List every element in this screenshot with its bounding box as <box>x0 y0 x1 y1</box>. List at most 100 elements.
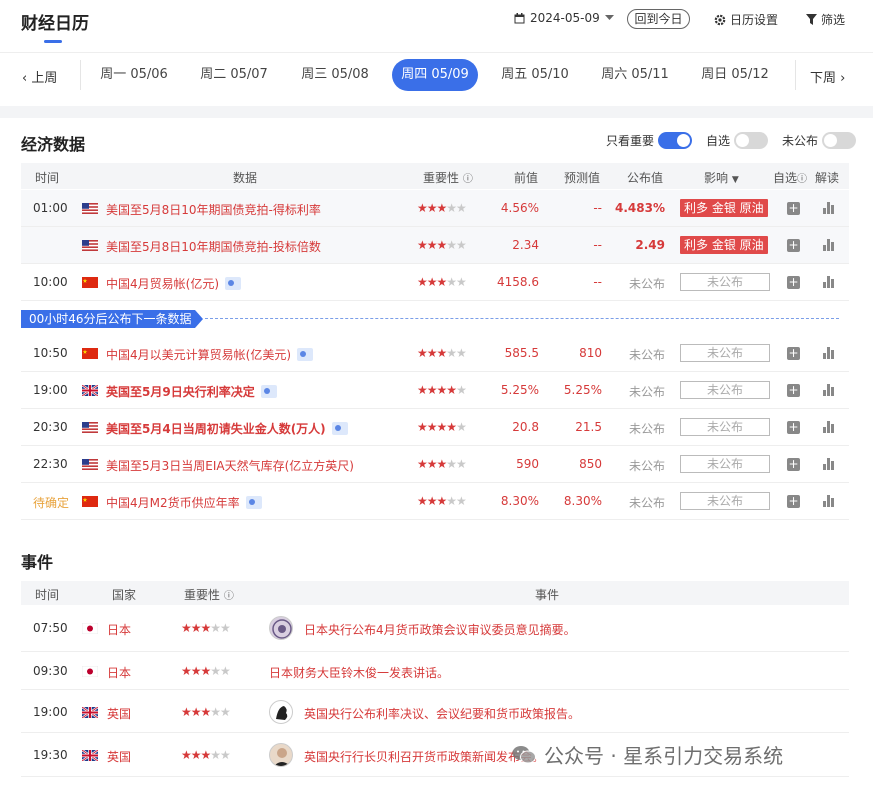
table-row[interactable]: 19:00 英国至5月9日央行利率决定 ★★★★★ 5.25% 5.25% 未公布 未公布 + <box>21 372 849 409</box>
col-importance: 重要性 ⓘ <box>423 169 473 186</box>
bar-chart-icon[interactable] <box>823 384 835 396</box>
impact-badge: 利多 金银 原油 <box>680 236 768 254</box>
report-icon[interactable] <box>297 348 313 361</box>
date-value: 2024-05-09 <box>530 11 600 25</box>
data-toggles: 只看重要 自选 未公布 <box>606 132 857 149</box>
table-row[interactable]: 01:00 美国至5月8日10年期国债竞拍-得标利率 ★★★★★ 4.56% -- 4.4… <box>21 190 849 227</box>
today-button[interactable]: 回到今日 <box>627 9 690 29</box>
event-time: 07:50 <box>33 621 68 635</box>
col-forecast: 预测值 <box>564 171 601 185</box>
report-icon[interactable] <box>225 277 241 290</box>
col-event-importance-label: 重要性 <box>184 588 221 602</box>
bar-chart-icon[interactable] <box>823 421 835 433</box>
event-time: 19:30 <box>33 748 68 762</box>
event-country: 英国 <box>107 707 132 721</box>
indicator-name-link[interactable]: 美国至5月3日当周EIA天然气库存(亿立方英尺) <box>106 457 354 474</box>
bar-chart-icon[interactable] <box>823 495 835 507</box>
indicator-name-link[interactable]: 美国至5月4日当周初请失业金人数(万人) <box>106 420 348 437</box>
caret-down-icon: ▼ <box>731 175 739 185</box>
importance-stars: ★★★★★ <box>181 748 231 762</box>
previous-value: 4158.6 <box>497 275 539 289</box>
report-icon[interactable] <box>260 385 277 398</box>
next-week-button[interactable]: 下周 › <box>810 67 845 86</box>
col-previous: 前值 <box>514 171 539 185</box>
col-data: 数据 <box>233 171 258 185</box>
indicator-name-link[interactable]: 中国4月贸易帐(亿元) <box>106 275 241 292</box>
table-row[interactable]: 美国至5月8日10年期国债竞拍-投标倍数 ★★★★★ 2.34 -- 2.49 利多 金银… <box>21 227 849 264</box>
table-row[interactable]: 10:00 中国4月贸易帐(亿元) ★★★★★ 4158.6 -- 未公布 未公布 + <box>21 264 849 301</box>
events-table-header: 时间 国家 重要性 ⓘ 事件 <box>21 581 849 605</box>
row-time: 10:00 <box>33 275 68 289</box>
bar-chart-icon[interactable] <box>823 239 835 251</box>
report-icon[interactable] <box>245 496 262 509</box>
prev-week-button[interactable]: ‹ 上周 <box>22 67 57 86</box>
indicator-name-link[interactable]: 英国至5月9日央行利率决定 <box>106 383 277 400</box>
table-row[interactable]: 22:30 美国至5月3日当周EIA天然气库存(亿立方英尺) ★★★★★ 590 850… <box>21 446 849 483</box>
day-tab[interactable]: 周二 05/07 <box>191 59 277 91</box>
flag-cn-icon <box>82 348 98 359</box>
bar-chart-icon[interactable] <box>823 458 835 470</box>
unpublished-toggle[interactable] <box>822 132 857 149</box>
bar-chart-icon[interactable] <box>823 347 835 359</box>
next-week-label: 下周 <box>810 71 837 86</box>
day-tab[interactable]: 周一 05/06 <box>91 59 177 91</box>
filter-button[interactable]: 筛选 <box>806 11 845 28</box>
forecast-value: 850 <box>579 457 602 471</box>
date-picker[interactable]: 2024-05-09 <box>514 11 614 25</box>
add-watch-button[interactable]: + <box>787 276 800 289</box>
bar-chart-icon[interactable] <box>823 276 835 288</box>
divider <box>80 60 81 90</box>
day-tab-active[interactable]: 周四 05/09 <box>392 59 478 91</box>
actual-value: 未公布 <box>628 496 665 510</box>
add-watch-button[interactable]: + <box>787 384 800 397</box>
importance-stars: ★★★★★ <box>417 201 467 215</box>
flag-jp-icon <box>81 665 99 678</box>
add-watch-button[interactable]: + <box>787 347 800 360</box>
indicator-name-link[interactable]: 中国4月M2货币供应年率 <box>106 494 262 511</box>
day-tab[interactable]: 周六 05/11 <box>592 59 678 91</box>
row-time: 10:50 <box>33 346 68 360</box>
add-watch-button[interactable]: + <box>787 202 800 215</box>
add-watch-button[interactable]: + <box>787 421 800 434</box>
col-actual: 公布值 <box>627 171 664 185</box>
day-tab[interactable]: 周日 05/12 <box>692 59 778 91</box>
report-icon[interactable] <box>331 422 348 435</box>
info-icon: ⓘ <box>462 174 473 185</box>
day-tab[interactable]: 周五 05/10 <box>492 59 578 91</box>
table-row[interactable]: 10:50 中国4月以美元计算贸易帐(亿美元) ★★★★★ 585.5 810 未公布 未公… <box>21 335 849 372</box>
indicator-name-link[interactable]: 美国至5月8日10年期国债竞拍-投标倍数 <box>106 238 321 255</box>
unpublished-label: 未公布 <box>782 134 819 148</box>
info-icon: ⓘ <box>797 174 808 185</box>
watermark-text: 公众号 · 星系引力交易系统 <box>544 744 784 768</box>
settings-label: 日历设置 <box>730 13 779 27</box>
previous-value: 4.56% <box>500 201 539 215</box>
settings-button[interactable]: 日历设置 <box>714 11 778 28</box>
table-row[interactable]: 待确定 中国4月M2货币供应年率 ★★★★★ 8.30% 8.30% 未公布 未公布 + <box>21 483 849 520</box>
add-watch-button[interactable]: + <box>787 239 800 252</box>
event-row[interactable]: 19:00 英国 ★★★★★ 英国央行公布利率决议、会议纪要和货币政策报告。 <box>21 690 849 733</box>
forecast-value: -- <box>593 238 602 252</box>
divider <box>795 60 796 90</box>
add-watch-button[interactable]: + <box>787 458 800 471</box>
add-watch-button[interactable]: + <box>787 495 800 508</box>
col-impact-sort[interactable]: 影响 ▼ <box>704 169 739 186</box>
important-only-toggle[interactable] <box>658 132 693 149</box>
day-tab[interactable]: 周三 05/08 <box>292 59 378 91</box>
event-row[interactable]: 07:50 日本 ★★★★★ 日本央行公布4月货币政策会议审议委员意见摘要。 <box>21 604 849 652</box>
indicator-name-link[interactable]: 中国4月以美元计算贸易帐(亿美元) <box>106 346 313 363</box>
actual-value: 未公布 <box>628 348 665 362</box>
table-row[interactable]: 20:30 美国至5月4日当周初请失业金人数(万人) ★★★★★ 20.8 21.5 未公… <box>21 409 849 446</box>
watchlist-toggle[interactable] <box>734 132 769 149</box>
importance-stars: ★★★★★ <box>417 383 467 397</box>
bar-chart-icon[interactable] <box>823 202 835 214</box>
col-event-importance: 重要性 ⓘ <box>184 586 234 603</box>
col-impact-label: 影响 <box>704 171 729 185</box>
previous-value: 2.34 <box>512 238 539 252</box>
indicator-name: 美国至5月4日当周初请失业金人数(万人) <box>106 422 326 436</box>
flag-us-icon <box>82 203 98 214</box>
indicator-name: 中国4月贸易帐(亿元) <box>106 277 219 291</box>
indicator-name-link[interactable]: 美国至5月8日10年期国债竞拍-得标利率 <box>106 201 321 218</box>
calendar-page: 财经日历 2024-05-09 回到今日 日历设置 筛选 ‹ 上周 周一 05/… <box>0 0 873 790</box>
events-section-title: 事件 <box>21 553 54 572</box>
event-row[interactable]: 09:30 日本 ★★★★★ 日本财务大臣铃木俊一发表讲话。 <box>21 652 849 690</box>
